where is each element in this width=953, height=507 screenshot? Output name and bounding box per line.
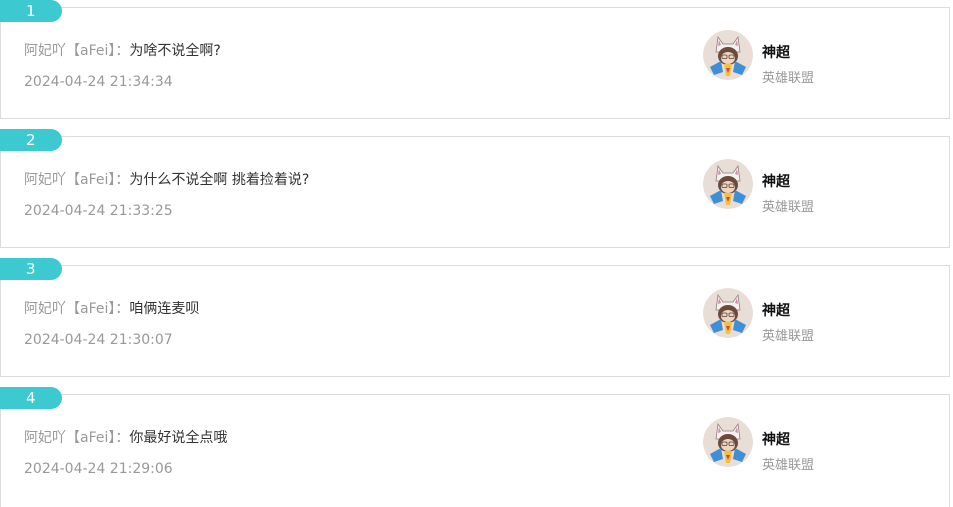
index-badge: 1 [0,0,62,22]
author-name[interactable]: 阿妃吖【aFei】 [24,43,115,59]
comment-card: 2 阿妃吖【aFei】：为什么不说全啊 挑着捡着说? 2024-04-24 21… [0,129,950,248]
streamer-name[interactable]: 神超 [762,43,790,63]
game-category[interactable]: 英雄联盟 [762,198,814,218]
streamer-name[interactable]: 神超 [762,430,790,450]
comment-timestamp: 2024-04-24 21:30:07 [24,332,173,348]
comment-line: 阿妃吖【aFei】：为什么不说全啊 挑着捡着说? [24,170,309,190]
author-separator: ： [115,430,130,446]
streamer-avatar-icon[interactable] [703,30,753,80]
comment-line: 阿妃吖【aFei】：咱俩连麦呗 [24,299,199,319]
streamer-name[interactable]: 神超 [762,301,790,321]
streamer-avatar-icon[interactable] [703,417,753,467]
game-category[interactable]: 英雄联盟 [762,456,814,476]
author-separator: ： [115,172,130,188]
comment-text: 咱俩连麦呗 [129,301,200,317]
comment-timestamp: 2024-04-24 21:29:06 [24,461,173,477]
game-category[interactable]: 英雄联盟 [762,327,814,347]
streamer-name[interactable]: 神超 [762,172,790,192]
comment-feed: 1 阿妃吖【aFei】：为啥不说全啊? 2024-04-24 21:34:34 … [0,0,953,507]
comment-line: 阿妃吖【aFei】：为啥不说全啊? [24,41,221,61]
author-separator: ： [115,43,130,59]
author-name[interactable]: 阿妃吖【aFei】 [24,301,115,317]
comment-text: 为什么不说全啊 挑着捡着说? [129,172,310,188]
author-name[interactable]: 阿妃吖【aFei】 [24,430,115,446]
streamer-avatar-icon[interactable] [703,159,753,209]
index-badge: 3 [0,258,62,280]
comment-timestamp: 2024-04-24 21:34:34 [24,74,173,90]
streamer-avatar-icon[interactable] [703,288,753,338]
comment-card: 1 阿妃吖【aFei】：为啥不说全啊? 2024-04-24 21:34:34 … [0,0,950,119]
author-name[interactable]: 阿妃吖【aFei】 [24,172,115,188]
comment-card: 4 阿妃吖【aFei】：你最好说全点哦 2024-04-24 21:29:06 … [0,387,950,507]
index-badge: 4 [0,387,62,409]
game-category[interactable]: 英雄联盟 [762,69,814,89]
comment-card: 3 阿妃吖【aFei】：咱俩连麦呗 2024-04-24 21:30:07 神超 [0,258,950,377]
comment-timestamp: 2024-04-24 21:33:25 [24,203,173,219]
comment-line: 阿妃吖【aFei】：你最好说全点哦 [24,428,227,448]
comment-text: 为啥不说全啊? [129,43,221,59]
index-badge: 2 [0,129,62,151]
comment-text: 你最好说全点哦 [129,430,228,446]
author-separator: ： [115,301,130,317]
